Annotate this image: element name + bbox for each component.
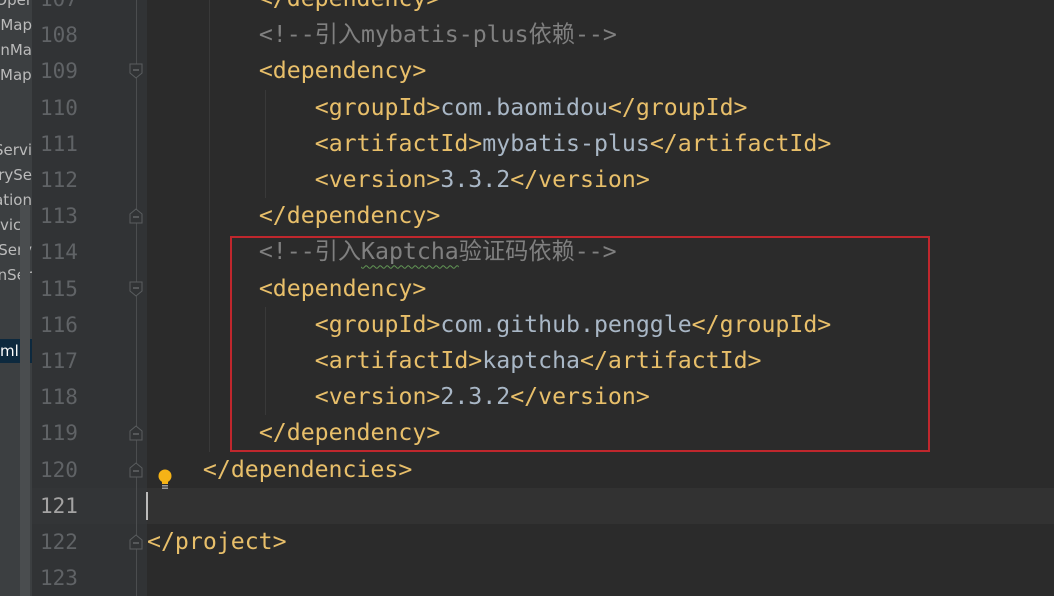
indent-guide — [208, 270, 210, 307]
indent-guide — [208, 0, 210, 18]
xml-tag: <artifactId> — [314, 129, 483, 157]
code-line[interactable]: <!--引入mybatis-plus依赖--> — [259, 17, 617, 53]
indent-guide — [264, 125, 266, 162]
project-tree-item[interactable]: Oper — [0, 0, 32, 12]
project-tree-panel: OperyMaponMaMapServigorySeationviceyServ… — [0, 0, 32, 596]
indent-guide — [264, 162, 266, 199]
xml-tag: </dependencies> — [202, 455, 413, 483]
project-tree-item[interactable]: onMa — [0, 38, 32, 62]
line-number: 109 — [40, 59, 78, 84]
xml-tag: </groupId> — [607, 93, 748, 121]
project-tree-item[interactable] — [0, 113, 32, 137]
xml-tag: </artifactId> — [649, 129, 832, 157]
line-number: 121 — [40, 493, 78, 518]
line-number: 110 — [40, 95, 78, 120]
fold-close-icon[interactable] — [129, 461, 143, 478]
code-line[interactable]: <artifactId>mybatis-plus</artifactId> — [315, 126, 832, 162]
project-tree-item[interactable]: yMap — [0, 13, 32, 37]
line-number: 115 — [40, 276, 78, 301]
xml-text: mybatis-plus — [482, 129, 650, 157]
indent-guide — [208, 162, 210, 199]
highlight-annotation-box — [230, 236, 930, 452]
lightbulb-icon[interactable] — [156, 468, 174, 494]
xml-tag: <groupId> — [314, 93, 441, 121]
fold-open-icon[interactable] — [129, 281, 143, 297]
text-caret — [146, 492, 148, 520]
xml-tag: </dependency> — [259, 0, 440, 12]
code-line[interactable]: <version>3.3.2</version> — [315, 162, 650, 198]
fold-open-icon[interactable] — [129, 63, 143, 80]
fold-close-icon[interactable] — [129, 425, 143, 441]
fold-close-icon[interactable] — [129, 208, 143, 224]
line-number: 116 — [40, 312, 78, 337]
project-tree-item[interactable]: Map — [0, 63, 32, 87]
indent-guide — [208, 125, 210, 162]
xml-tag: </dependency> — [258, 202, 441, 230]
code-line[interactable]: <dependency> — [259, 53, 427, 89]
xml-text: com.baomidou — [440, 93, 608, 121]
fold-guide-line — [136, 0, 137, 596]
fold-close-icon[interactable] — [129, 534, 143, 550]
indent-guide — [208, 234, 210, 271]
line-number: 119 — [40, 421, 78, 446]
xml-tag: <dependency> — [258, 57, 427, 85]
indent-guide — [208, 53, 210, 90]
line-number: 113 — [40, 204, 78, 229]
indent-guide — [208, 415, 210, 452]
project-tree-item[interactable]: gorySe — [0, 163, 32, 187]
code-line[interactable]: </project> — [147, 524, 287, 560]
line-number: 120 — [40, 457, 78, 482]
code-line[interactable]: </dependency> — [259, 0, 440, 17]
line-number: 112 — [40, 168, 78, 192]
xml-comment: <!--引入mybatis-plus依赖--> — [258, 21, 617, 49]
line-number: 117 — [40, 349, 78, 373]
code-line[interactable]: <groupId>com.baomidou</groupId> — [315, 90, 748, 126]
code-line[interactable]: </dependency> — [259, 198, 440, 234]
indent-guide — [208, 343, 210, 380]
tree-scrollbar[interactable] — [20, 205, 30, 596]
xml-tag: <version> — [314, 166, 441, 193]
line-number: 111 — [40, 131, 78, 156]
indent-guide — [208, 306, 210, 343]
line-number: 107 — [40, 0, 80, 17]
project-tree-item[interactable]: Servi — [0, 138, 32, 162]
code-line[interactable]: </dependencies> — [203, 452, 412, 488]
line-number: 114 — [40, 240, 78, 265]
indent-guide — [208, 379, 210, 416]
xml-text: 3.3.2 — [440, 166, 511, 193]
indent-guide — [208, 198, 210, 235]
indent-guide — [208, 89, 210, 126]
xml-tag: </version> — [510, 166, 650, 193]
line-number: 122 — [40, 530, 78, 554]
project-tree-item[interactable] — [0, 88, 32, 112]
indent-guide — [208, 17, 210, 54]
xml-tag: </project> — [147, 528, 287, 555]
line-number: 108 — [40, 23, 78, 48]
line-number: 123 — [40, 566, 78, 591]
line-number: 118 — [40, 385, 78, 410]
current-line-highlight — [147, 488, 1054, 524]
indent-guide — [264, 89, 266, 126]
